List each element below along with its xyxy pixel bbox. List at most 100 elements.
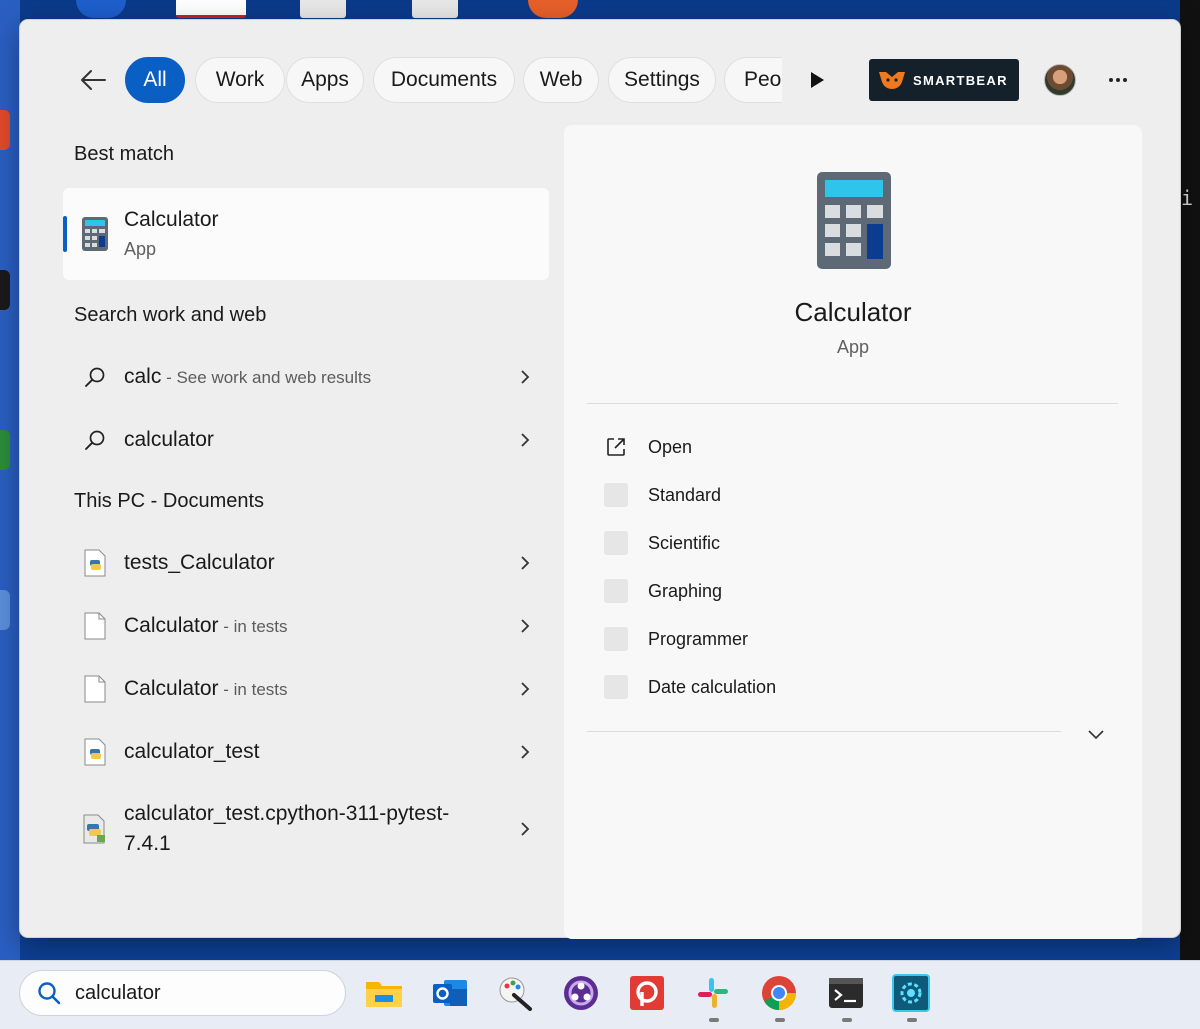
action-label: Graphing	[648, 580, 723, 601]
terminal-icon[interactable]	[826, 973, 866, 1013]
tab-web[interactable]: Web	[523, 57, 599, 103]
smartbear-logo-text: SMARTBEAR	[913, 72, 1008, 88]
running-indicator	[842, 1018, 852, 1022]
best-match-heading: Best match	[74, 143, 175, 165]
python-file-icon	[82, 548, 108, 578]
ellipsis-icon	[1109, 78, 1127, 82]
selection-indicator	[63, 216, 67, 252]
settings-icon[interactable]	[891, 973, 931, 1013]
background-window	[1180, 0, 1200, 960]
divider	[587, 731, 1061, 732]
search-icon	[82, 362, 108, 392]
tab-work[interactable]: Work	[195, 57, 285, 103]
smartbear-logo[interactable]: SMARTBEAR	[869, 59, 1019, 101]
best-match-title: Calculator	[124, 208, 219, 231]
back-arrow-icon	[81, 70, 106, 90]
result-label: calculator_test	[124, 740, 260, 763]
filter-bar: All Work Apps Documents Web Settings Peo…	[20, 20, 1180, 138]
preview-subtitle: App	[836, 337, 870, 357]
result-label: tests_Calculator	[124, 551, 275, 574]
play-icon	[811, 72, 824, 88]
result-label: calculator	[124, 428, 214, 451]
pocket-casts-icon[interactable]	[627, 973, 667, 1013]
table-row[interactable]: tests_Calculator	[74, 538, 534, 588]
smartbear-bear-icon	[879, 72, 905, 89]
chevron-right-icon	[521, 682, 530, 696]
scroll-tabs-button[interactable]	[806, 69, 828, 91]
chevron-right-icon	[521, 619, 530, 633]
expand-actions-button[interactable]	[1084, 723, 1108, 747]
mode-placeholder-icon	[604, 627, 628, 651]
python-compiled-icon	[82, 814, 108, 844]
search-menu: All Work Apps Documents Web Settings Peo…	[19, 19, 1181, 939]
blank-file-icon	[82, 611, 108, 641]
more-options-button[interactable]	[1105, 67, 1131, 93]
user-avatar[interactable]	[1044, 64, 1076, 96]
table-row[interactable]: calculator_test.cpython-311-pytest-7.4.1	[74, 794, 534, 864]
action-programmer[interactable]: Programmer	[604, 619, 1024, 659]
action-standard[interactable]: Standard	[604, 475, 1024, 515]
tab-settings[interactable]: Settings	[608, 57, 716, 103]
action-label: Scientific	[648, 532, 721, 553]
tab-documents[interactable]: Documents	[373, 57, 515, 103]
action-label: Programmer	[648, 628, 749, 649]
desktop-top-icons	[0, 0, 1200, 20]
running-indicator	[907, 1018, 917, 1022]
mode-placeholder-icon	[604, 483, 628, 507]
table-row[interactable]: Calculator - in tests	[74, 664, 534, 714]
chevron-right-icon	[521, 556, 530, 570]
background-window-text: i	[1181, 186, 1194, 210]
mode-placeholder-icon	[604, 675, 628, 699]
running-indicator	[709, 1018, 719, 1022]
result-detail: - in tests	[218, 680, 288, 699]
file-explorer-icon[interactable]	[364, 973, 404, 1013]
table-row[interactable]: Calculator - in tests	[74, 601, 534, 651]
tab-people[interactable]: Peo	[724, 57, 782, 103]
result-label: Calculator	[124, 677, 219, 700]
slack-icon[interactable]	[693, 973, 733, 1013]
action-label: Date calculation	[648, 676, 777, 697]
preview-title: Calculator	[794, 297, 912, 327]
result-label: calculator_test.cpython-311-pytest-7.4.1	[124, 802, 450, 855]
work-web-heading: Search work and web	[74, 304, 267, 326]
search-icon	[38, 982, 61, 1005]
tab-all[interactable]: All	[125, 57, 185, 103]
chevron-right-icon	[521, 822, 530, 836]
action-label: Standard	[648, 484, 722, 505]
best-match-item[interactable]: Calculator App	[63, 188, 549, 280]
chevron-right-icon	[521, 370, 530, 384]
back-button[interactable]	[75, 65, 111, 95]
documents-heading: This PC - Documents	[74, 490, 265, 512]
obs-icon[interactable]	[561, 973, 601, 1013]
calculator-app-icon	[82, 217, 108, 251]
mode-placeholder-icon	[604, 531, 628, 555]
python-file-icon	[82, 737, 108, 767]
action-label: Open	[648, 436, 693, 457]
best-match-subtitle: App	[124, 239, 157, 259]
action-graphing[interactable]: Graphing	[604, 571, 1024, 611]
outlook-icon[interactable]	[430, 973, 470, 1013]
paint-icon[interactable]	[495, 973, 535, 1013]
chrome-icon[interactable]	[759, 973, 799, 1013]
chevron-down-icon	[1088, 730, 1104, 740]
tab-apps[interactable]: Apps	[286, 57, 364, 103]
search-input[interactable]	[75, 981, 325, 1005]
divider	[587, 403, 1118, 404]
open-external-icon	[604, 435, 628, 459]
preview-panel: Calculator App Open Standard Scientific …	[564, 125, 1142, 939]
action-date-calculation[interactable]: Date calculation	[604, 667, 1024, 707]
result-detail: - See work and web results	[161, 368, 372, 387]
chevron-right-icon	[521, 745, 530, 759]
action-scientific[interactable]: Scientific	[604, 523, 1024, 563]
list-item[interactable]: calc - See work and web results	[74, 352, 534, 402]
mode-placeholder-icon	[604, 579, 628, 603]
taskbar-search-box[interactable]	[19, 970, 346, 1016]
search-icon	[82, 425, 108, 455]
result-label: Calculator	[124, 614, 219, 637]
table-row[interactable]: calculator_test	[74, 727, 534, 777]
action-open[interactable]: Open	[604, 427, 1024, 467]
desktop-left-icons	[0, 0, 20, 960]
chevron-right-icon	[521, 433, 530, 447]
blank-file-icon	[82, 674, 108, 704]
list-item[interactable]: calculator	[74, 415, 534, 465]
